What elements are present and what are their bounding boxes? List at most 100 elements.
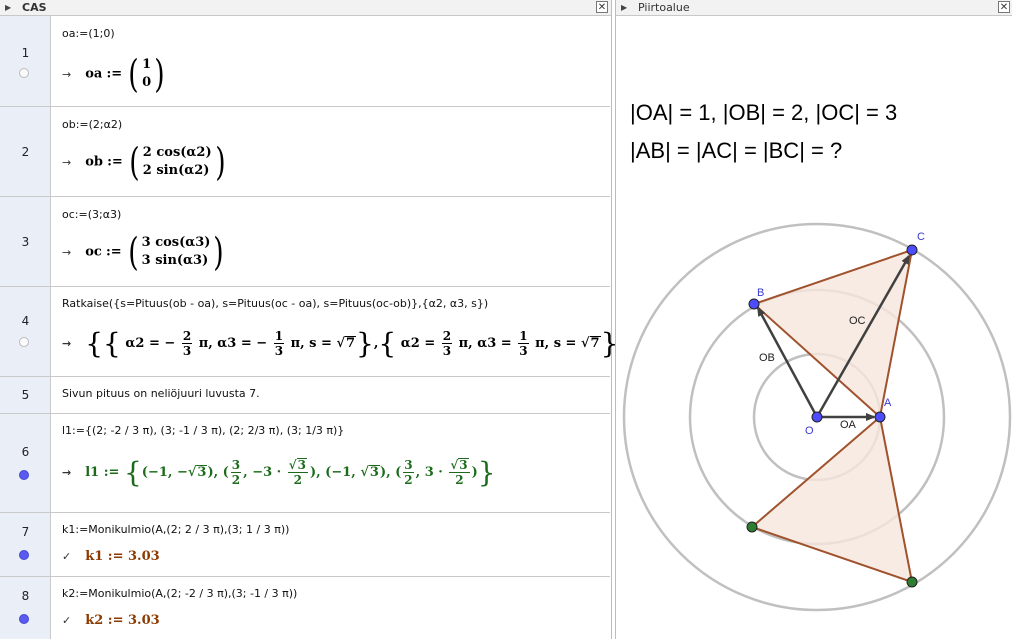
polygon-k1[interactable] [752, 248, 914, 419]
arrow-icon: → [62, 337, 72, 350]
fraction: √3 2 [449, 458, 470, 487]
cas-input[interactable]: l1:={(2; -2 / 3 π), (3; -1 / 3 π), (2; 2… [62, 424, 344, 437]
collapse-triangle-icon[interactable]: ▶ [5, 0, 11, 15]
cas-panel: ▶ CAS ✕ 1 oa:=(1;0) → oa := (1 0) 2 ob:=(2… [0, 0, 636, 639]
cas-titlebar: ▶ CAS ✕ [0, 0, 611, 16]
row-header[interactable]: 4 [0, 287, 51, 376]
visibility-toggle[interactable] [19, 614, 29, 624]
vector-entry: 0 [142, 75, 152, 90]
row-number: 7 [21, 525, 30, 539]
visibility-toggle[interactable] [19, 470, 29, 480]
denominator: 2 [231, 473, 241, 487]
solution-text: α2 = − [125, 336, 176, 351]
point-c[interactable] [906, 244, 918, 256]
point-l1-2[interactable] [906, 576, 918, 588]
solution-text: π, s = [290, 336, 332, 351]
collapse-triangle-icon[interactable]: ▶ [621, 0, 627, 15]
graphics-title: Piirtoalue [638, 1, 690, 14]
assign-op: := [103, 465, 120, 480]
close-icon[interactable]: ✕ [596, 1, 608, 13]
row-header[interactable]: 8 [0, 577, 51, 639]
cas-input[interactable]: Ratkaise({s=Pituus(ob - oa), s=Pituus(oc… [62, 297, 488, 310]
text-line-2[interactable]: |AB| = |AC| = |BC| = ? [630, 138, 842, 164]
cas-input[interactable]: oa:=(1;0) [62, 27, 115, 40]
point-b[interactable] [748, 298, 760, 310]
text-line-1[interactable]: |OA| = 1, |OB| = 2, |OC| = 3 [630, 100, 897, 126]
column-vector: (2 cos(α2) 2 sin(α2)) [129, 140, 226, 184]
cas-row-6[interactable]: 6 l1:={(2; -2 / 3 π), (3; -1 / 3 π), (2;… [0, 414, 610, 513]
row-header[interactable]: 7 [0, 513, 51, 576]
cas-output: ✓ k1 := 3.03 [62, 549, 160, 564]
numerator: 3 [403, 458, 414, 473]
solution-text: π, [458, 336, 473, 351]
circle-r2[interactable] [688, 288, 946, 546]
denominator: 3 [519, 344, 528, 358]
point-a[interactable] [874, 411, 886, 423]
label-c: C [917, 231, 925, 243]
row-number: 2 [21, 145, 30, 159]
cas-row-3[interactable]: 3 oc:=(3;α3) → oc := (3 cos(α3) 3 sin(α3)) [0, 197, 610, 287]
cas-row-5[interactable]: 5 Sivun pituus on neliöjuuri luvusta 7. [0, 377, 610, 414]
cas-row-8[interactable]: 8 k2:=Monikulmio(A,(2; -2 / 3 π),(3; -1 … [0, 577, 610, 639]
cas-row-2[interactable]: 2 ob:=(2;α2) → ob := (2 cos(α2) 2 sin(α2)) [0, 107, 610, 197]
point-text: −1, − [147, 465, 188, 480]
cas-input[interactable]: oc:=(3;α3) [62, 208, 121, 221]
fraction: 32 [403, 458, 414, 487]
vector-entry: 2 cos(α2) [142, 145, 212, 160]
vector-entry: 2 sin(α2) [142, 163, 210, 178]
row-number: 3 [21, 235, 30, 249]
column-vector: (3 cos(α3) 3 sin(α3)) [128, 230, 225, 274]
fraction: 32 [230, 458, 242, 487]
sqrt-value: 3 [296, 458, 307, 472]
numerator: 1 [518, 329, 529, 344]
vector-oc[interactable] [815, 254, 911, 418]
output-value: k1 := 3.03 [85, 549, 160, 564]
circle-r1[interactable] [752, 352, 882, 482]
cas-title: CAS [22, 1, 47, 14]
cas-output: → oa := (1 0) [62, 55, 167, 93]
label-b: B [757, 287, 764, 299]
point-l1-1[interactable] [746, 521, 758, 533]
point-text: , −3 · [243, 465, 282, 480]
assign-op: := [107, 154, 123, 170]
visibility-toggle[interactable] [19, 550, 29, 560]
point-o[interactable] [811, 411, 823, 423]
row-number: 6 [21, 445, 30, 459]
cas-input[interactable]: k2:=Monikulmio(A,(2; -2 / 3 π),(3; -1 / … [62, 587, 297, 600]
cas-output: → l1 := {(−1, −√3), (3 2, −3 · √3 2), (−1, … [62, 456, 496, 489]
cas-row-7[interactable]: 7 k1:=Monikulmio(A,(2; 2 / 3 π),(3; 1 / … [0, 513, 610, 577]
cas-comment[interactable]: Sivun pituus on neliöjuuri luvusta 7. [62, 387, 260, 400]
graphics-panel[interactable]: ▶ Piirtoalue ✕ |OA| = 1, |OB| = 2, |OC| … [615, 0, 1012, 639]
vector-ob[interactable] [756, 306, 819, 418]
row-header[interactable]: 2 [0, 107, 51, 196]
geometry-canvas: O A B C OA OB OC [622, 222, 1012, 612]
point-text: , 3 · [415, 465, 443, 480]
cas-input[interactable]: k1:=Monikulmio(A,(2; 2 / 3 π),(3; 1 / 3 … [62, 523, 289, 536]
row-header[interactable]: 6 [0, 414, 51, 512]
row-header[interactable]: 3 [0, 197, 51, 286]
circle-r3[interactable] [622, 222, 1012, 612]
row-number: 4 [21, 314, 30, 328]
cas-row-4[interactable]: 4 Ratkaise({s=Pituus(ob - oa), s=Pituus(… [0, 287, 636, 377]
var-name: l1 [85, 465, 100, 480]
graphics-titlebar: ▶ Piirtoalue ✕ [616, 0, 1012, 16]
vector-entry: 1 [142, 57, 152, 72]
label-oc: OC [849, 315, 866, 327]
denominator: 2 [455, 473, 464, 487]
row-header[interactable]: 1 [0, 16, 51, 106]
close-icon[interactable]: ✕ [998, 1, 1010, 13]
row-number: 8 [21, 589, 30, 603]
cas-row-1[interactable]: 1 oa:=(1;0) → oa := (1 0) [0, 16, 610, 107]
arrow-icon: → [62, 67, 72, 81]
point-text: −1, [331, 465, 361, 480]
visibility-toggle[interactable] [19, 337, 29, 347]
row-header[interactable]: 5 [0, 377, 51, 413]
sqrt-value: 3 [196, 465, 208, 480]
assign-op: := [106, 66, 123, 82]
numerator: 3 [230, 458, 242, 473]
cas-input[interactable]: ob:=(2;α2) [62, 118, 122, 131]
fraction: 13 [273, 329, 285, 358]
visibility-toggle[interactable] [19, 68, 29, 78]
polygon-k2[interactable] [750, 415, 914, 584]
var-name: oa [85, 66, 103, 82]
